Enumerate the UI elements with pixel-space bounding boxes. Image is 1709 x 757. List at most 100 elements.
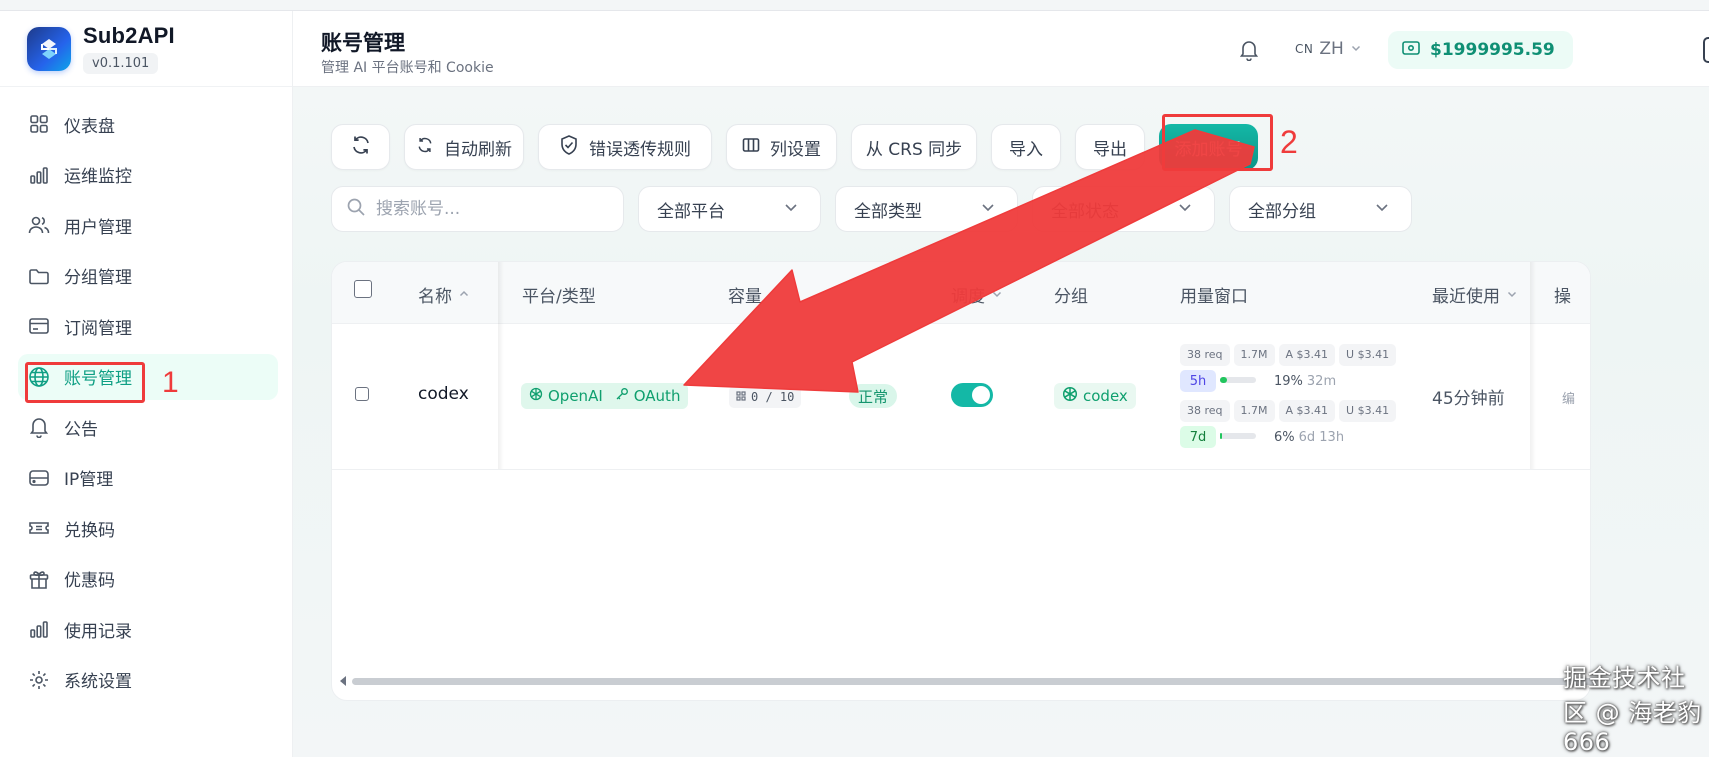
search-input[interactable] — [376, 199, 596, 219]
column-schedule[interactable]: 调度 — [951, 282, 1003, 307]
table-row[interactable]: codex OpenAI OAuth 0 / 10 正常 codex 38 re… — [332, 324, 1590, 470]
column-settings-label: 列设置 — [770, 139, 821, 160]
main-content: 账号管理 管理 AI 平台账号和 Cookie CN ZH $1999995.5… — [293, 11, 1709, 757]
column-group-label: 分组 — [1054, 287, 1088, 307]
openai-icon — [1062, 386, 1078, 406]
refresh-button[interactable] — [331, 124, 390, 170]
select-all-checkbox[interactable] — [354, 280, 372, 298]
scroll-left-arrow-icon[interactable] — [340, 676, 346, 686]
crs-sync-button[interactable]: 从 CRS 同步 — [851, 124, 977, 170]
usage-5h-fill — [1220, 377, 1227, 383]
auth-type-tag: OAuth — [608, 383, 689, 409]
sidebar-item-redeem-codes[interactable]: 兑换码 — [18, 505, 278, 551]
scrollbar-thumb[interactable] — [352, 678, 1598, 685]
wallet-icon — [1402, 40, 1420, 60]
column-name[interactable]: 名称 — [418, 282, 470, 307]
last-used-value: 45分钟前 — [1432, 389, 1505, 409]
chevron-down-icon — [1176, 198, 1194, 221]
group-filter-value: 全部分组 — [1248, 201, 1316, 222]
usage-a-cost: A $3.41 — [1278, 399, 1336, 422]
usage-window-cell: 38 req 1.7M A $3.41 U $3.41 5h 19% 32m 38 req… — [1180, 343, 1410, 448]
sidebar-item-label: 运维监控 — [64, 167, 132, 187]
version-badge: v0.1.101 — [83, 53, 159, 74]
usage-a-cost: A $3.41 — [1278, 343, 1336, 366]
sidebar-item-usage-logs[interactable]: 使用记录 — [18, 606, 278, 652]
sidebar-nav: 仪表盘 运维监控 用户管理 分组管理 订阅管理 账号管理 公告 IP管理 兑换码… — [0, 101, 292, 703]
status-filter[interactable]: 全部状态 — [1032, 186, 1215, 232]
row-actions[interactable]: 编 — [1562, 388, 1575, 407]
grid-icon — [28, 113, 50, 135]
group-filter[interactable]: 全部分组 — [1229, 186, 1412, 232]
schedule-toggle[interactable] — [951, 383, 993, 407]
user-avatar[interactable] — [1703, 37, 1709, 63]
card-icon — [28, 315, 50, 337]
column-usage-window-label: 用量窗口 — [1180, 287, 1248, 307]
bar-chart-icon — [28, 164, 50, 186]
status-badge: 正常 — [849, 384, 898, 408]
sidebar-item-label: 账号管理 — [64, 369, 132, 389]
sidebar-item-announcements[interactable]: 公告 — [18, 404, 278, 450]
sidebar-item-subscriptions[interactable]: 订阅管理 — [18, 303, 278, 349]
folder-icon — [28, 265, 50, 287]
platform-filter[interactable]: 全部平台 — [638, 186, 821, 232]
sidebar-item-accounts[interactable]: 账号管理 — [18, 353, 278, 400]
columns-icon — [742, 137, 760, 158]
watermark: 掘金技术社区 @ 海老豹666 — [1563, 664, 1702, 756]
usage-u-cost: U $3.41 — [1339, 343, 1397, 366]
column-actions: 操 — [1554, 282, 1571, 307]
column-group: 分组 — [1054, 282, 1088, 307]
column-settings-button[interactable]: 列设置 — [726, 124, 837, 170]
column-name-label: 名称 — [418, 287, 452, 307]
error-passthrough-rules-button[interactable]: 错误透传规则 — [538, 124, 712, 170]
type-filter[interactable]: 全部类型 — [835, 186, 1018, 232]
import-button[interactable]: 导入 — [991, 124, 1061, 170]
column-schedule-label: 调度 — [951, 287, 985, 307]
auto-refresh-label: 自动刷新 — [444, 139, 512, 160]
key-icon — [615, 387, 629, 405]
window-5h-label: 5h — [1180, 370, 1216, 392]
bell-icon — [28, 416, 50, 438]
usage-tokens: 1.7M — [1233, 399, 1275, 422]
sidebar-item-label: 分组管理 — [64, 268, 132, 288]
chevron-down-icon — [1350, 39, 1362, 59]
platform-tag: OpenAI — [521, 383, 609, 409]
openai-icon — [529, 387, 543, 405]
sidebar-item-dashboard[interactable]: 仪表盘 — [18, 101, 278, 147]
notification-bell-icon[interactable] — [1239, 39, 1259, 65]
horizontal-scrollbar[interactable] — [338, 673, 1598, 687]
sidebar-item-ops-monitor[interactable]: 运维监控 — [18, 152, 278, 198]
auto-refresh-button[interactable]: 自动刷新 — [404, 124, 524, 170]
filter-bar: 全部平台 全部类型 全部状态 全部分组 — [331, 186, 1412, 232]
column-capacity: 容量 — [728, 282, 762, 307]
refresh-icon — [416, 136, 434, 159]
sidebar-item-coupons[interactable]: 优惠码 — [18, 556, 278, 602]
capacity-badge: 0 / 10 — [729, 386, 802, 408]
chevron-down-icon — [991, 285, 1003, 305]
column-platform-type-label: 平台/类型 — [522, 287, 596, 307]
sidebar-item-settings[interactable]: 系统设置 — [18, 657, 278, 703]
import-label: 导入 — [1009, 139, 1043, 160]
step-2-label: 2 — [1280, 124, 1298, 160]
usage-tokens: 1.7M — [1233, 343, 1275, 366]
usage-7d-fill — [1220, 433, 1223, 439]
usage-7d-percent: 6% — [1274, 429, 1295, 445]
sidebar-item-label: IP管理 — [64, 470, 114, 490]
language-switcher[interactable]: CN ZH — [1295, 39, 1362, 59]
export-label: 导出 — [1093, 139, 1127, 160]
sidebar-item-label: 系统设置 — [64, 672, 132, 692]
row-checkbox[interactable] — [355, 387, 369, 401]
sidebar-item-groups[interactable]: 分组管理 — [18, 253, 278, 299]
search-icon — [346, 197, 366, 221]
top-header: 账号管理 管理 AI 平台账号和 Cookie CN ZH $1999995.5… — [293, 11, 1709, 87]
chevron-down-icon — [1373, 198, 1391, 221]
column-capacity-label: 容量 — [728, 287, 762, 307]
sidebar-item-users[interactable]: 用户管理 — [18, 202, 278, 248]
group-label: codex — [1083, 387, 1128, 405]
group-tag: codex — [1054, 383, 1136, 409]
export-button[interactable]: 导出 — [1075, 124, 1145, 170]
column-last-used[interactable]: 最近使用 — [1432, 282, 1518, 307]
app-window: Sub2API v0.1.101 仪表盘 运维监控 用户管理 分组管理 订阅管理… — [0, 10, 1709, 757]
balance-badge[interactable]: $1999995.59 — [1388, 31, 1573, 69]
sidebar-item-ip[interactable]: IP管理 — [18, 455, 278, 501]
error-rules-label: 错误透传规则 — [589, 139, 691, 160]
